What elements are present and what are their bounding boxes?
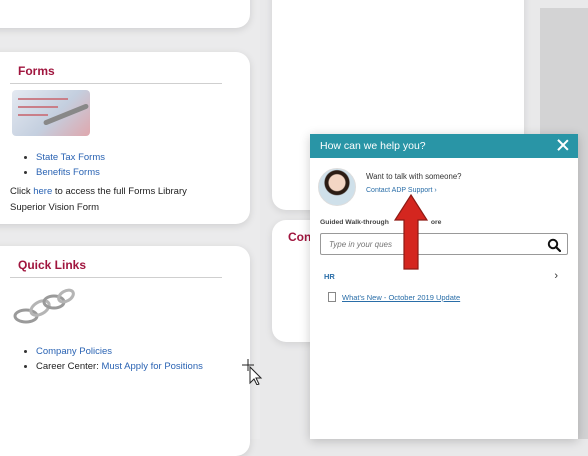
talk-heading: Want to talk with someone?	[366, 172, 462, 181]
contact-support-link[interactable]: Contact ADP Support ›	[366, 187, 437, 194]
list-item: Benefits Forms	[36, 167, 105, 178]
list-item: Company Policies	[36, 346, 203, 357]
quick-links-title: Quick Links	[18, 258, 87, 272]
guided-label-text: Guided Walk-through	[320, 219, 389, 226]
search-icon[interactable]	[547, 238, 561, 252]
career-center-label: Career Center:	[36, 361, 102, 372]
forms-card-title: Forms	[18, 64, 55, 78]
forms-card: Forms State Tax Forms Benefits Forms Cli…	[0, 52, 250, 224]
list-item: Career Center: Must Apply for Positions	[36, 361, 203, 372]
arrow-up-icon	[394, 194, 428, 270]
quick-links-list: Company Policies Career Center: Must App…	[36, 346, 203, 376]
guided-label-suffix: ore	[430, 219, 442, 226]
forms-library-text: Click here to access the full Forms Libr…	[10, 186, 187, 197]
list-item: State Tax Forms	[36, 152, 105, 163]
whats-new-link[interactable]: What's New - October 2019 Update	[342, 293, 460, 302]
forms-library-link[interactable]: here	[33, 186, 52, 197]
forms-list: State Tax Forms Benefits Forms	[36, 152, 105, 182]
chevron-right-icon[interactable]: ›	[554, 270, 558, 282]
partial-card-title: Con	[288, 230, 312, 244]
quick-links-divider	[10, 277, 222, 278]
document-icon	[328, 292, 336, 302]
move-cursor-icon	[242, 359, 263, 385]
chain-image	[13, 288, 75, 324]
document-row: What's New - October 2019 Update	[328, 292, 460, 302]
state-tax-forms-link[interactable]: State Tax Forms	[36, 152, 105, 163]
must-apply-link[interactable]: Must Apply for Positions	[101, 361, 202, 372]
search-input[interactable]	[327, 238, 531, 250]
company-policies-link[interactable]: Company Policies	[36, 346, 112, 357]
top-card	[0, 0, 250, 28]
forms-card-divider	[10, 83, 222, 84]
forms-library-prefix: Click	[10, 186, 34, 197]
forms-image	[12, 90, 90, 136]
close-icon[interactable]	[556, 138, 570, 152]
avatar	[318, 168, 356, 206]
hr-section-label[interactable]: HR	[324, 272, 335, 281]
help-panel-title: How can we help you?	[320, 140, 426, 152]
quick-links-card: Quick Links Company Policies Career Cent…	[0, 246, 250, 456]
forms-library-suffix: to access the full Forms Library	[52, 186, 187, 197]
help-panel: How can we help you? Want to talk with s…	[310, 134, 578, 439]
help-panel-header: How can we help you?	[310, 134, 578, 158]
benefits-forms-link[interactable]: Benefits Forms	[36, 167, 100, 178]
search-box	[320, 233, 568, 255]
superior-vision-link[interactable]: Superior Vision Form	[10, 202, 99, 213]
